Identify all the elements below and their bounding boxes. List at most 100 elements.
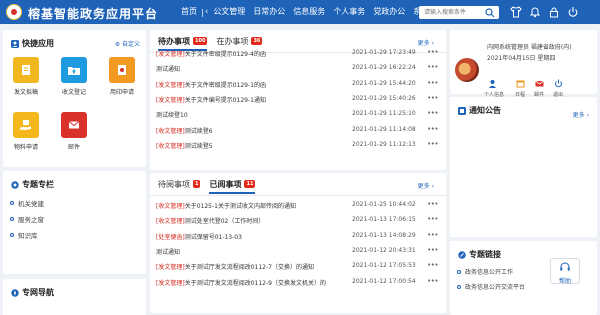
quick-app-label: 用印申请 — [109, 89, 134, 96]
quick-apps-panel: 快捷应用 ⚙ 自定义 发文拟稿 收文登记 用印申请 物料申请 邮件 — [3, 30, 146, 167]
item-subject[interactable]: 测试续登6 — [185, 128, 213, 135]
list-item[interactable]: 测试通知 2021-01-12 20:43:31 ••• — [156, 246, 438, 257]
item-subject[interactable]: 关于测试厅发文流程阅改0112-9（交换发文机关）的 — [185, 280, 326, 287]
item-subject[interactable]: 测试续登10 — [156, 112, 188, 119]
more-options-icon[interactable]: ••• — [427, 277, 438, 285]
more-options-icon[interactable]: ••• — [427, 231, 438, 239]
link-label: 政务信息公开工作 — [465, 269, 514, 276]
bullet-icon — [10, 233, 14, 237]
list-item[interactable]: [发文管理]关于文件编号提示0129-1通知 2021-01-29 15:40:2… — [156, 94, 438, 105]
profile-action-mail[interactable]: 邮件 — [531, 79, 547, 98]
help-button[interactable]: 帮助 — [550, 258, 580, 285]
list-item[interactable]: [处室便函]测试保留号01-13-03 2021-01-13 14:08:29 ••… — [156, 231, 438, 242]
list-item[interactable]: 测试续登10 2021-01-29 11:25:10 ••• — [156, 109, 438, 120]
category-tag: [发文管理] — [156, 264, 185, 272]
item-subject[interactable]: 测试处室代登02（工作时间） — [185, 218, 265, 225]
item-time: 2021-01-12 17:05:53 — [352, 262, 416, 270]
chevron-left-icon[interactable]: ‹ — [205, 7, 209, 17]
profile-action-logout[interactable]: 退出 — [550, 79, 566, 98]
topic-label: 知识库 — [18, 232, 38, 240]
list-item[interactable]: [收文管理]测试处室代登02（工作时间） 2021-01-13 17:06:15 •… — [156, 215, 438, 226]
category-tag: [收文管理] — [156, 218, 185, 226]
link-item-gov-info[interactable]: 政务信息公开工作 — [457, 267, 513, 276]
more-options-icon[interactable]: ••• — [427, 94, 438, 102]
search-icon[interactable] — [485, 8, 495, 18]
power-icon — [554, 79, 562, 88]
list-item[interactable]: [发文管理]关于文件密级提示0129-4的函 2021-01-29 17:23:4… — [156, 48, 438, 59]
tab-to-read[interactable]: 待阅事项 1 — [158, 173, 201, 195]
tab-read[interactable]: 已阅事项 11 — [209, 173, 256, 195]
list-item[interactable]: [发文管理]关于文件密级提示0129-1的函 2021-01-29 15:44:2… — [156, 79, 438, 90]
list-item[interactable]: [发文管理]关于测试厅发文流程阅改0112-7（交换）的通知 2021-01-12… — [156, 261, 438, 272]
item-subject[interactable]: 测试通知 — [156, 249, 180, 256]
category-tag: [发文管理] — [156, 51, 185, 58]
quick-app-draft[interactable]: 发文拟稿 — [11, 57, 41, 96]
more-options-icon[interactable]: ••• — [427, 200, 438, 208]
more-options-icon[interactable]: ••• — [427, 125, 438, 133]
nav-personal-affairs[interactable]: 个人事务 — [329, 0, 369, 24]
more-link[interactable]: 更多 › — [418, 181, 434, 190]
nav-prev-icon[interactable]: | — [201, 8, 204, 17]
more-options-icon[interactable]: ••• — [427, 109, 438, 117]
avatar[interactable] — [455, 58, 479, 82]
topic-item-service[interactable]: 服务之窗 — [10, 214, 44, 224]
profile-action-schedule[interactable]: 日程 — [512, 79, 528, 98]
item-subject[interactable]: 关于文件密级提示0129-4的函 — [185, 51, 266, 58]
nav-document-management[interactable]: 公文管理 — [209, 0, 249, 24]
more-options-icon[interactable]: ••• — [427, 140, 438, 148]
date-line: 2021年04月15日 星期四 — [487, 53, 555, 62]
list-item[interactable]: [收文管理]测试续登6 2021-01-29 11:14:08 ••• — [156, 125, 438, 136]
topics-title: 专题专栏 — [11, 179, 54, 190]
quick-app-seal[interactable]: 用印申请 — [107, 57, 137, 96]
list-item[interactable]: [收文管理]测试续登5 2021-01-29 11:12:13 ••• — [156, 140, 438, 151]
item-subject[interactable]: 测试保留号01-13-03 — [185, 234, 242, 241]
emblem-logo — [6, 4, 22, 20]
notice-more-link[interactable]: 更多 › — [573, 110, 589, 119]
more-options-icon[interactable]: ••• — [427, 79, 438, 87]
nav-home[interactable]: 首页 — [176, 0, 201, 24]
topic-item-party[interactable]: 机关党建 — [10, 198, 44, 208]
item-time: 2021-01-12 17:00:54 — [352, 277, 416, 285]
nav-daily-office[interactable]: 日常办公 — [249, 0, 289, 24]
quick-app-receive[interactable]: 收文登记 — [59, 57, 89, 96]
power-icon[interactable] — [567, 6, 579, 18]
quick-app-mail[interactable]: 邮件 — [59, 112, 89, 151]
list-item[interactable]: [发文管理]关于测试厅发文流程阅改0112-9（交换发文机关）的 2021-01-… — [156, 277, 438, 288]
notice-title: 通知公告 — [458, 105, 501, 116]
item-subject[interactable]: 关于文件编号提示0129-1通知 — [185, 97, 266, 104]
more-link[interactable]: 更多 › — [418, 38, 434, 47]
item-subject[interactable]: 测试续登5 — [185, 143, 213, 150]
link-icon — [458, 250, 466, 259]
list-item[interactable]: 测试通知 2021-01-29 16:22:24 ••• — [156, 63, 438, 74]
bell-icon[interactable] — [529, 6, 541, 18]
item-subject[interactable]: 测试通知 — [156, 66, 180, 73]
profile-action-info[interactable]: 个人信息 — [484, 79, 504, 98]
topic-item-knowledge[interactable]: 知识库 — [10, 230, 38, 240]
more-options-icon[interactable]: ••• — [427, 246, 438, 254]
nav-party-office[interactable]: 党政办公 — [369, 0, 409, 24]
help-label: 帮助 — [558, 278, 571, 285]
item-time: 2021-01-29 11:25:10 — [352, 110, 416, 118]
list-item[interactable]: [收文管理]关于0125-1关于测试收文内部传阅的通知 2021-01-25 10… — [156, 200, 438, 211]
compass-icon — [11, 288, 19, 297]
more-options-icon[interactable]: ••• — [427, 63, 438, 71]
bullet-icon — [457, 269, 461, 274]
item-time: 2021-01-29 15:40:26 — [352, 94, 416, 102]
topics-panel: 专题专栏 机关党建 服务之窗 知识库 — [3, 171, 146, 274]
item-subject[interactable]: 关于测试厅发文流程阅改0112-7（交换）的通知 — [185, 264, 314, 271]
quick-app-material[interactable]: 物料申请 — [11, 112, 41, 151]
lock-icon[interactable] — [548, 6, 560, 18]
user-name-org: 内网系统管理员 福建省政府(内) — [487, 44, 572, 51]
more-options-icon[interactable]: ••• — [427, 215, 438, 223]
app-title: 榕基智能政务应用平台 — [28, 7, 159, 21]
nav-info-service[interactable]: 信息服务 — [289, 0, 329, 24]
link-item-gov-exchange[interactable]: 政务信息公开交流平台 — [457, 282, 525, 291]
mail-icon — [61, 112, 87, 138]
more-options-icon[interactable]: ••• — [427, 261, 438, 269]
category-tag: [收文管理] — [156, 203, 185, 210]
item-subject[interactable]: 关于0125-1关于测试收文内部传阅的通知 — [185, 203, 296, 210]
more-options-icon[interactable]: ••• — [427, 48, 438, 56]
item-subject[interactable]: 关于文件密级提示0129-1的函 — [185, 82, 266, 89]
shirt-icon[interactable] — [510, 6, 522, 18]
customize-link[interactable]: ⚙ 自定义 — [115, 39, 140, 48]
